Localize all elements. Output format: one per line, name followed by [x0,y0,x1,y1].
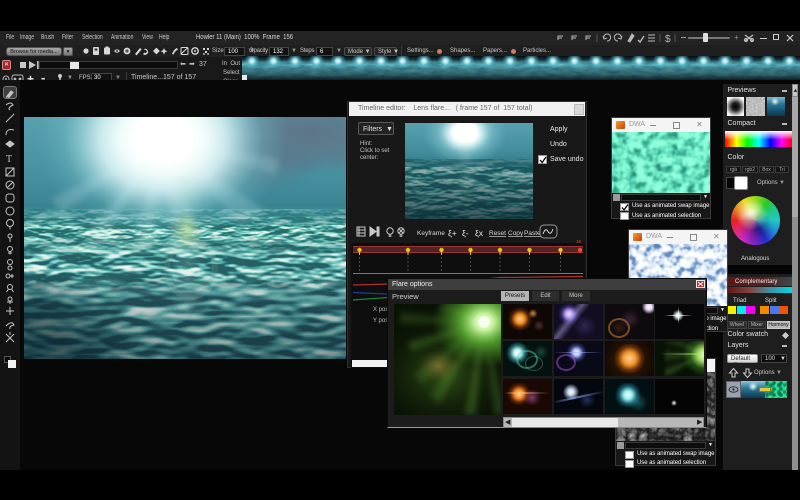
svg-text:$: $ [665,34,671,45]
svg-text:T: T [6,154,12,165]
svg-text:Reset: Reset [489,230,506,237]
svg-text:ξ+: ξ+ [448,228,457,238]
svg-text:Paste: Paste [524,230,541,237]
svg-text:ξ-: ξ- [462,228,469,238]
svg-text:Keyframe: Keyframe [417,230,445,237]
svg-text:Copy: Copy [508,230,524,237]
svg-text:ξx: ξx [475,228,484,238]
